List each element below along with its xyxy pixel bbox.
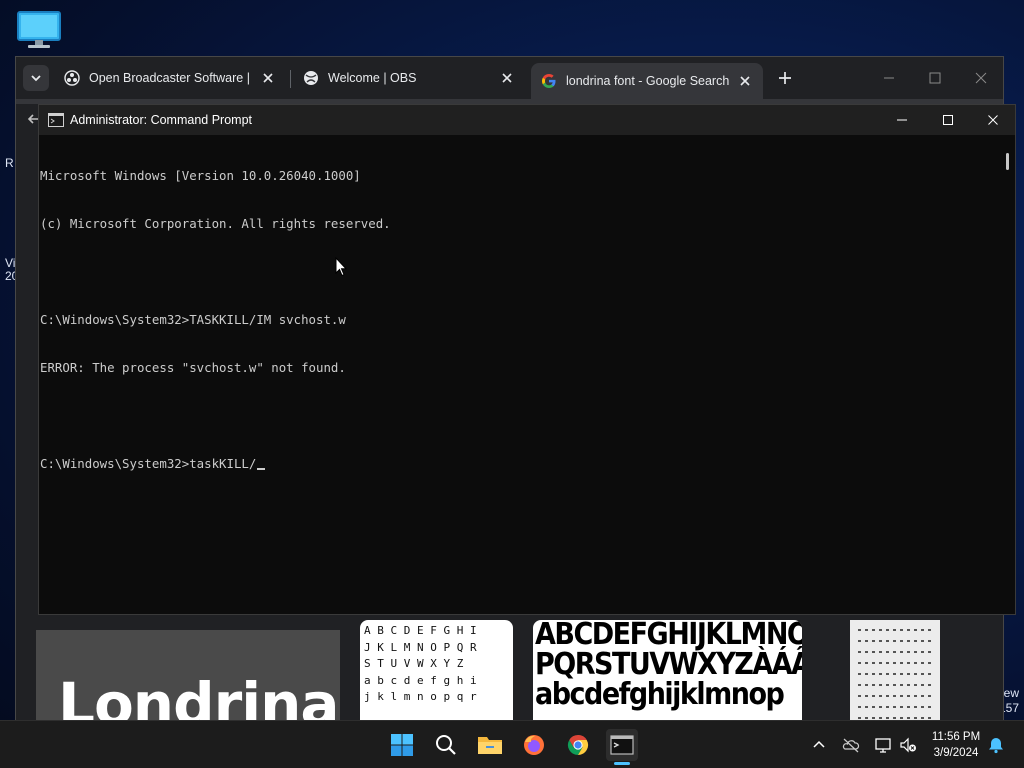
console-prompt-text: C:\Windows\System32>taskKILL/ <box>40 456 257 471</box>
cmd-minimize-button[interactable] <box>879 105 925 135</box>
this-pc-desktop-icon[interactable] <box>16 10 62 50</box>
maximize-icon <box>943 115 953 125</box>
close-window-icon[interactable] <box>970 67 992 89</box>
desktop-text-fragment: ew <box>1003 686 1019 700</box>
console-line: ERROR: The process "svchost.w" not found… <box>40 360 346 375</box>
minimize-icon[interactable] <box>878 67 900 89</box>
console-output[interactable]: Microsoft Windows [Version 10.0.26040.10… <box>39 136 1001 614</box>
search-icon <box>436 735 456 755</box>
close-icon[interactable] <box>737 73 753 89</box>
volume-muted-icon[interactable] <box>899 736 917 754</box>
scrollbar-thumb[interactable] <box>1006 153 1009 170</box>
close-icon[interactable] <box>499 70 515 86</box>
close-icon <box>988 115 998 125</box>
command-prompt-window[interactable]: Administrator: Command Prompt Microsoft … <box>38 104 1016 615</box>
plus-icon[interactable] <box>774 67 796 89</box>
chevron-up-icon[interactable] <box>810 736 828 754</box>
desktop-text-fragment: R <box>5 156 14 170</box>
globe-icon <box>304 71 318 85</box>
mouse-pointer-icon <box>335 257 347 277</box>
alphabet-line: ABCDEFGHIJKLMNO <box>535 620 802 652</box>
tab-obs-software[interactable]: Open Broadcaster Software | OBS <box>54 63 286 93</box>
minimize-icon <box>897 119 907 121</box>
file-explorer-button[interactable] <box>474 729 506 761</box>
tab-google-search[interactable]: londrina font - Google Search <box>531 63 763 99</box>
terminal-button[interactable] <box>606 729 638 761</box>
cmd-close-button[interactable] <box>970 105 1016 135</box>
tab-title: londrina font - Google Search <box>566 74 730 88</box>
firefox-icon <box>524 735 544 755</box>
alphabet-line: PQRSTUVWXYZÀÁÂÉÍ <box>535 647 802 682</box>
console-scrollbar[interactable] <box>1001 136 1015 614</box>
active-app-indicator <box>614 762 630 765</box>
console-line: Microsoft Windows [Version 10.0.26040.10… <box>40 168 361 183</box>
tab-title: Open Broadcaster Software | OBS <box>89 71 254 85</box>
console-input-line[interactable]: C:\Windows\System32>taskKILL/ <box>40 456 1001 472</box>
tab-title: Welcome | OBS <box>328 71 417 85</box>
network-icon[interactable] <box>874 736 892 754</box>
tab-welcome-obs[interactable]: Welcome | OBS <box>293 63 525 93</box>
text-caret <box>257 468 266 470</box>
console-line: C:\Windows\System32>TASKKILL/IM svchost.… <box>40 312 346 327</box>
chrome-button[interactable] <box>562 729 594 761</box>
font-preview-text: Londrina <box>58 670 340 721</box>
font-preview-image-grid[interactable]: A B C D E F G H I J K L M N O P Q R S T … <box>360 620 513 721</box>
font-preview-image-alphabet[interactable]: ABCDEFGHIJKLMNO PQRSTUVWXYZÀÁÂÉÍ abcdefg… <box>533 620 802 721</box>
system-clock[interactable]: 11:56 PM 3/9/2024 <box>928 729 984 761</box>
window-title: Administrator: Command Prompt <box>70 113 253 127</box>
clock-date: 3/9/2024 <box>933 747 979 759</box>
start-button[interactable] <box>386 729 418 761</box>
start-icon <box>391 734 413 756</box>
terminal-icon <box>610 735 634 755</box>
file-explorer-icon <box>478 737 502 754</box>
chrome-icon <box>567 734 589 756</box>
chevron-down-icon <box>31 75 41 82</box>
close-icon[interactable] <box>260 70 276 86</box>
alphabet-line: abcdefghijklmnop <box>535 677 785 712</box>
maximize-icon[interactable] <box>924 67 946 89</box>
font-preview-image-specimen[interactable] <box>850 620 940 721</box>
google-icon <box>542 74 556 88</box>
notification-bell-icon[interactable] <box>987 736 1005 754</box>
cmd-maximize-button[interactable] <box>925 105 971 135</box>
tab-strip: Open Broadcaster Software | OBS Welcome … <box>16 57 1003 99</box>
onedrive-icon[interactable] <box>842 736 860 754</box>
taskbar: 11:56 PM 3/9/2024 <box>0 720 1024 768</box>
cmd-app-icon <box>48 113 64 127</box>
search-button[interactable] <box>430 729 462 761</box>
firefox-button[interactable] <box>518 729 550 761</box>
cmd-title-bar[interactable]: Administrator: Command Prompt <box>39 105 1015 135</box>
font-preview-image-dark[interactable]: Londrina <box>36 630 340 721</box>
clock-time: 11:56 PM <box>931 731 981 743</box>
console-line: (c) Microsoft Corporation. All rights re… <box>40 216 391 231</box>
tab-separator <box>290 70 291 88</box>
obs-favicon-icon <box>64 70 80 86</box>
tab-search-button[interactable] <box>23 65 49 91</box>
